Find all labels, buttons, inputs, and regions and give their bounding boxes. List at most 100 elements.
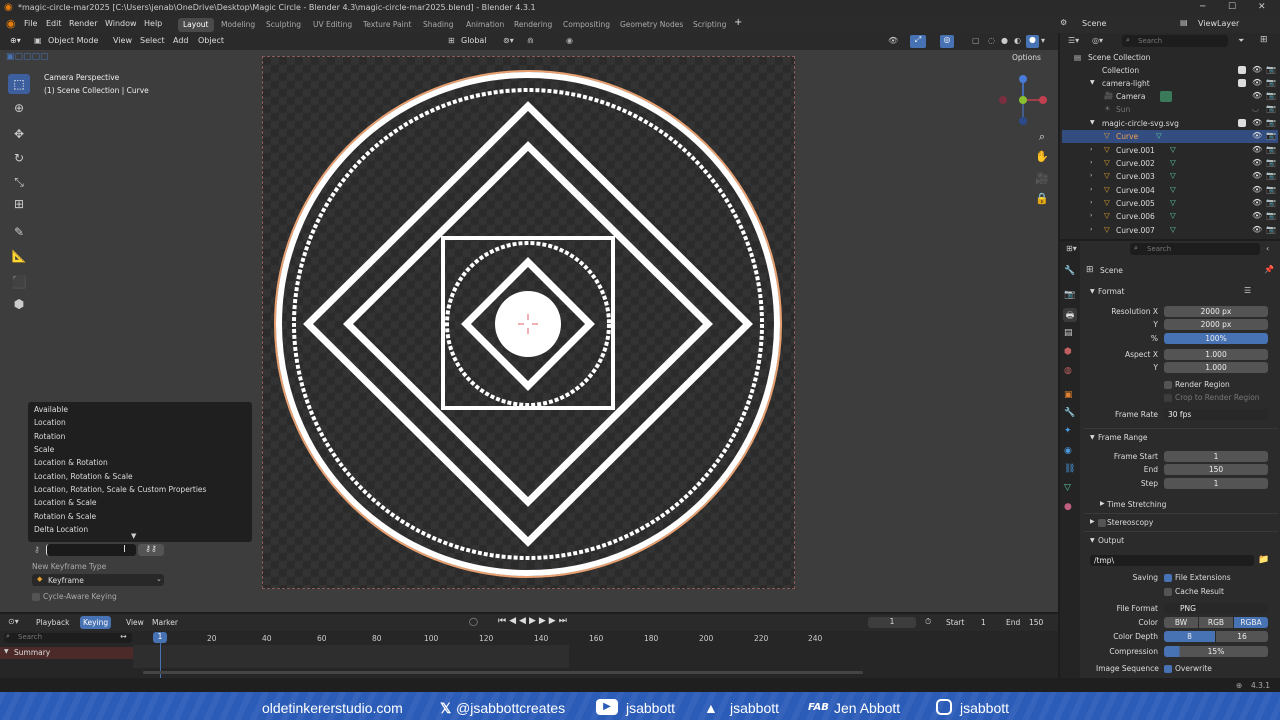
menu-file[interactable]: File xyxy=(24,19,37,28)
proportional-edit-icon[interactable]: ◉ xyxy=(566,36,573,45)
keying-option-rot-scale[interactable]: Rotation & Scale xyxy=(34,512,96,521)
auto-key-icon[interactable]: ◯ xyxy=(469,617,478,626)
eye-icon[interactable]: 👁 xyxy=(1252,185,1262,194)
eye-icon[interactable]: 👁 xyxy=(1252,118,1262,127)
tab-texture-paint[interactable]: Texture Paint xyxy=(358,18,416,32)
eye-icon[interactable]: 👁 xyxy=(1252,145,1262,154)
tab-animation[interactable]: Animation xyxy=(461,18,509,32)
format-expand-icon[interactable]: ▼ xyxy=(1090,288,1095,295)
resolution-pct-field[interactable]: 100% xyxy=(1164,333,1268,344)
navigation-gizmo[interactable] xyxy=(995,72,1051,128)
youtube-handle[interactable]: jsabbott xyxy=(626,700,675,716)
expand-icon[interactable]: ▼ xyxy=(4,648,9,655)
file-extensions-checkbox[interactable] xyxy=(1164,574,1172,582)
timeline-scrollbar[interactable] xyxy=(143,671,863,674)
tab-layout[interactable]: Layout xyxy=(178,18,214,32)
data-tab-icon[interactable]: ▽ xyxy=(1064,483,1071,493)
camera-view-icon[interactable]: 🎥 xyxy=(1034,172,1050,188)
stopwatch-icon[interactable]: ⏱ xyxy=(925,617,931,627)
stereoscopy-header[interactable]: Stereoscopy xyxy=(1107,518,1153,527)
constraints-tab-icon[interactable]: ⛓ xyxy=(1064,464,1075,474)
eye-icon[interactable]: 👁 xyxy=(1252,78,1262,87)
camera-render-icon[interactable]: 📷 xyxy=(1266,131,1276,140)
outliner-editor-icon[interactable]: ☰▾ xyxy=(1068,36,1079,45)
gizmo-toggle-icon[interactable]: ⤢ xyxy=(910,35,926,48)
eye-icon[interactable]: 👁 xyxy=(1252,158,1262,167)
view-layer-icon[interactable]: ▤ xyxy=(1180,18,1188,27)
pivot-icon[interactable]: ⊚▾ xyxy=(503,36,514,45)
options-dropdown[interactable]: Options xyxy=(1012,53,1041,62)
add-workspace-icon[interactable]: + xyxy=(734,17,742,28)
camera-render-icon[interactable]: 📷 xyxy=(1266,211,1276,220)
outliner-row-magic-circle-svg[interactable]: ▼ magic-circle-svg.svg 👁 📷 xyxy=(1062,117,1278,130)
outliner-row-collection[interactable]: Collection 👁 📷 xyxy=(1062,64,1278,77)
cycle-aware-checkbox[interactable] xyxy=(32,593,40,601)
object-menu[interactable]: Object xyxy=(198,36,224,45)
physics-tab-icon[interactable]: ◉ xyxy=(1064,446,1072,456)
camera-render-icon[interactable]: 📷 xyxy=(1266,145,1276,154)
orientation-dropdown[interactable]: Global xyxy=(461,36,487,45)
camera-render-icon[interactable]: 📷 xyxy=(1266,104,1276,113)
annotate-tool-icon[interactable]: ✎ xyxy=(8,222,30,242)
panel-options-icon[interactable]: ‹ xyxy=(1266,244,1269,253)
measure-tool-icon[interactable]: 📐 xyxy=(8,246,30,266)
keying-option-available[interactable]: Available xyxy=(34,405,68,414)
frame-range-expand-icon[interactable]: ▼ xyxy=(1090,434,1095,441)
website-link[interactable]: oldetinkererstudio.com xyxy=(262,700,403,716)
new-collection-icon[interactable]: ⊞ xyxy=(1260,35,1268,45)
tab-modeling[interactable]: Modeling xyxy=(216,18,260,32)
instagram-handle[interactable]: jsabbott xyxy=(960,700,1009,716)
eye-icon[interactable]: 👁 xyxy=(1252,225,1262,234)
timeline-editor-icon[interactable]: ⊙▾ xyxy=(8,617,19,626)
maximize-icon[interactable]: ☐ xyxy=(1228,2,1236,12)
output-expand-icon[interactable]: ▼ xyxy=(1090,537,1095,544)
camera-render-icon[interactable]: 📷 xyxy=(1266,171,1276,180)
color-rgba-button[interactable]: RGBA xyxy=(1234,617,1268,628)
expand-arrow-icon[interactable]: › xyxy=(1090,199,1092,206)
material-shading-icon[interactable]: ◐ xyxy=(1014,36,1021,45)
color-rgb-button[interactable]: RGB xyxy=(1199,617,1233,628)
properties-editor-icon[interactable]: ⊞▾ xyxy=(1066,244,1077,253)
view-layer-name[interactable]: ViewLayer xyxy=(1198,19,1239,28)
eye-icon[interactable]: 👁 xyxy=(1252,211,1262,220)
aspect-x-field[interactable]: 1.000 xyxy=(1164,349,1268,360)
outliner-row-curve-004[interactable]: › ▽ Curve.004 ▽ 👁 📷 xyxy=(1062,184,1278,197)
tab-compositing[interactable]: Compositing xyxy=(558,18,615,32)
eye-icon[interactable]: 👁 xyxy=(1252,131,1262,140)
material-tab-icon[interactable]: ● xyxy=(1064,502,1072,512)
camera-render-icon[interactable]: 📷 xyxy=(1266,198,1276,207)
outliner-row-curve-006[interactable]: › ▽ Curve.006 ▽ 👁 📷 xyxy=(1062,210,1278,223)
file-format-dropdown[interactable]: PNG xyxy=(1164,603,1268,614)
solid-shading-icon[interactable]: ● xyxy=(1001,36,1008,45)
select-menu[interactable]: Select xyxy=(140,36,165,45)
particles-tab-icon[interactable]: ✦ xyxy=(1064,426,1072,436)
swap-icon[interactable]: ↔ xyxy=(120,632,127,641)
editor-type-icon[interactable]: ⊕▾ xyxy=(10,36,21,45)
scene-tab-icon[interactable]: ⬢ xyxy=(1064,347,1072,357)
color-bw-button[interactable]: BW xyxy=(1164,617,1198,628)
scroll-down-icon[interactable]: ▼ xyxy=(131,532,136,540)
overlay-toggle-icon[interactable]: ◎ xyxy=(940,35,954,48)
frame-rate-dropdown[interactable]: 30 fps xyxy=(1164,409,1268,420)
minimize-icon[interactable]: ─ xyxy=(1200,2,1205,12)
outliner-row-curve-001[interactable]: › ▽ Curve.001 ▽ 👁 📷 xyxy=(1062,144,1278,157)
shading-options-icon[interactable]: ▾ xyxy=(1041,36,1045,45)
frame-range-header[interactable]: Frame Range xyxy=(1098,433,1148,442)
expand-arrow-icon[interactable]: ▼ xyxy=(1090,119,1095,126)
camera-render-icon[interactable]: 📷 xyxy=(1266,118,1276,127)
output-path-field[interactable]: /tmp\ xyxy=(1090,555,1254,566)
expand-arrow-icon[interactable]: › xyxy=(1090,186,1092,193)
eye-icon[interactable]: 👁 xyxy=(1252,198,1262,207)
creator-name[interactable]: Jen Abbott xyxy=(834,700,900,716)
tab-geometry-nodes[interactable]: Geometry Nodes xyxy=(615,18,688,32)
frame-step-field[interactable]: 1 xyxy=(1164,478,1268,489)
scene-name[interactable]: Scene xyxy=(1082,19,1106,28)
expand-arrow-icon[interactable]: ▼ xyxy=(1090,79,1095,86)
folder-icon[interactable]: 📁 xyxy=(1258,555,1269,565)
timeline-view-menu[interactable]: View xyxy=(126,618,144,627)
lock-icon[interactable]: 🔒 xyxy=(1034,192,1050,208)
add-object-tool-icon[interactable]: ⬢ xyxy=(8,294,30,314)
close-icon[interactable]: ✕ xyxy=(1258,2,1266,12)
transform-tool-icon[interactable]: ⊞ xyxy=(8,194,30,214)
cache-result-checkbox[interactable] xyxy=(1164,588,1172,596)
